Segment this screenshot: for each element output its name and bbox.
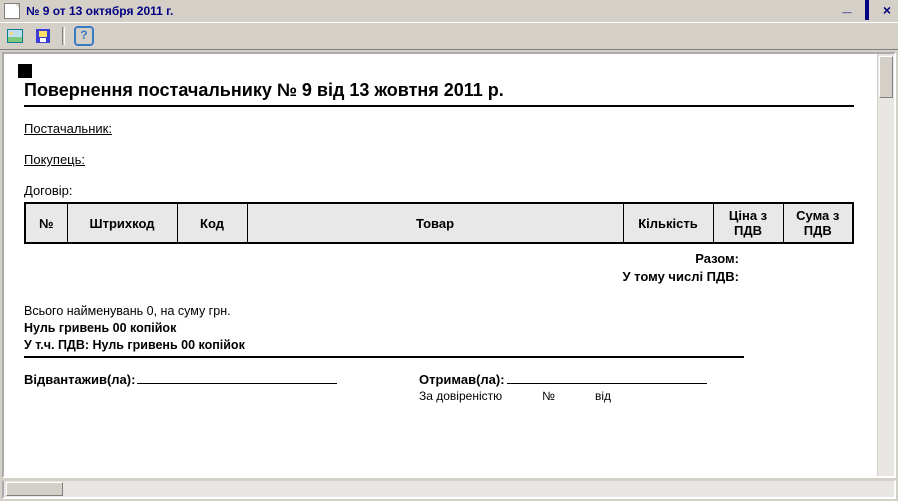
horizontal-scrollbar[interactable]	[2, 480, 896, 499]
shipped-label: Відвантажив(ла):	[24, 372, 135, 387]
summary-block: Всього найменувань 0, на суму грн. Нуль …	[24, 303, 744, 358]
toolbar-separator	[62, 27, 65, 45]
proxy-label: За довіреністю	[419, 389, 502, 403]
buyer-field: Покупець:	[24, 152, 854, 167]
maximize-button[interactable]	[860, 4, 874, 18]
help-icon: ?	[74, 26, 94, 46]
supplier-label: Постачальник:	[24, 121, 112, 136]
col-price: Ціна з ПДВ	[713, 203, 783, 243]
app-window: № 9 от 13 октября 2011 г. _ × ? Повернен…	[0, 0, 898, 501]
col-product: Товар	[247, 203, 623, 243]
col-sum: Сума з ПДВ	[783, 203, 853, 243]
save-icon	[36, 29, 50, 43]
titlebar: № 9 от 13 октября 2011 г. _ ×	[0, 0, 898, 22]
received-label: Отримав(ла):	[419, 372, 505, 387]
contract-field: Договір:	[24, 183, 854, 198]
document-icon	[4, 3, 20, 19]
image-button[interactable]	[4, 25, 26, 47]
totals-block: Разом: У тому числі ПДВ:	[24, 250, 854, 285]
table-header-row: № Штрихкод Код Товар Кількість Ціна з ПД…	[25, 203, 853, 243]
proxy-no: №	[542, 389, 555, 403]
summary-vat-words: У т.ч. ПДВ: Нуль гривень 00 копійок	[24, 337, 744, 354]
summary-sum-words: Нуль гривень 00 копійок	[24, 320, 744, 337]
toolbar: ?	[0, 22, 898, 50]
selection-square[interactable]	[18, 64, 32, 78]
minimize-button[interactable]: _	[840, 4, 854, 18]
shipped-blank	[137, 383, 337, 384]
totals-vat: У тому числі ПДВ:	[24, 268, 739, 286]
signatures-block: Відвантажив(ла): Отримав(ла): За довірен…	[24, 372, 854, 403]
col-number: №	[25, 203, 67, 243]
contract-label: Договір:	[24, 183, 73, 198]
document-title: Повернення постачальнику № 9 від 13 жовт…	[24, 80, 854, 107]
document-page: Повернення постачальнику № 9 від 13 жовт…	[4, 54, 878, 415]
window-title: № 9 от 13 октября 2011 г.	[26, 4, 173, 18]
items-table: № Штрихкод Код Товар Кількість Ціна з ПД…	[24, 202, 854, 244]
vertical-scroll-thumb[interactable]	[879, 56, 893, 98]
received-blank	[507, 383, 707, 384]
content-area: Повернення постачальнику № 9 від 13 жовт…	[0, 50, 898, 501]
proxy-from: від	[595, 389, 611, 403]
image-icon	[7, 29, 23, 43]
received-signature: Отримав(ла):	[419, 372, 814, 387]
col-code: Код	[177, 203, 247, 243]
col-barcode: Штрихкод	[67, 203, 177, 243]
save-button[interactable]	[32, 25, 54, 47]
help-button[interactable]: ?	[73, 25, 95, 47]
summary-count: Всього найменувань 0, на суму грн.	[24, 303, 744, 320]
col-qty: Кількість	[623, 203, 713, 243]
document-viewport: Повернення постачальнику № 9 від 13 жовт…	[2, 52, 896, 478]
supplier-field: Постачальник:	[24, 121, 854, 136]
horizontal-scroll-thumb[interactable]	[6, 482, 63, 496]
buyer-label: Покупець:	[24, 152, 85, 167]
close-button[interactable]: ×	[880, 4, 894, 18]
shipped-signature: Відвантажив(ла):	[24, 372, 419, 387]
totals-sum: Разом:	[24, 250, 739, 268]
vertical-scrollbar[interactable]	[877, 54, 894, 476]
proxy-line: За довіреністю № від	[419, 389, 814, 403]
